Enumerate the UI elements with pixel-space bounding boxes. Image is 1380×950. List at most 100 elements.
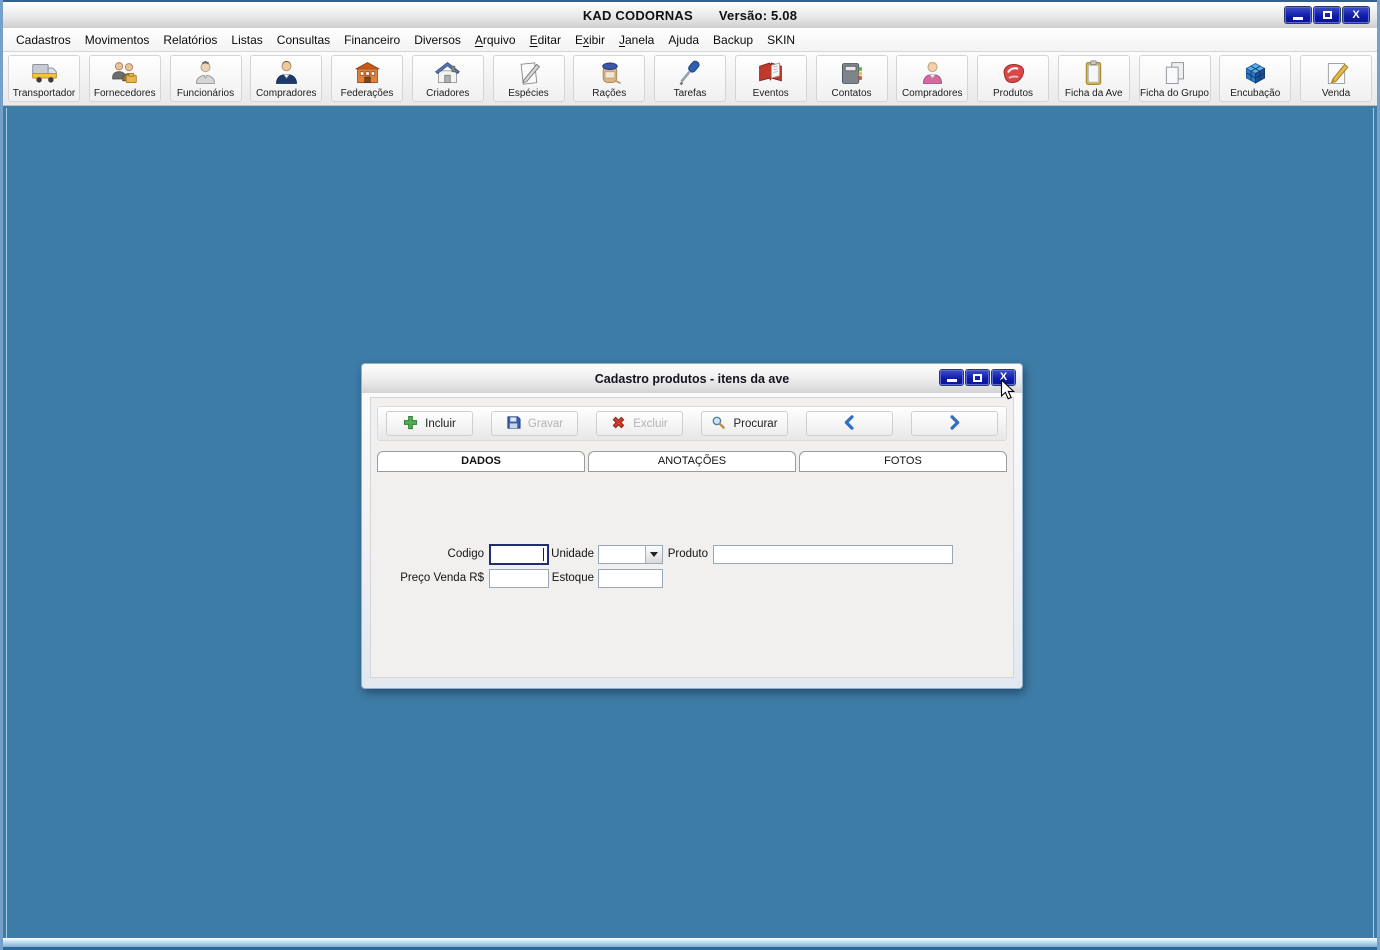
dialog-titlebar[interactable]: Cadastro produtos - itens da ave X	[362, 364, 1022, 393]
arrow-right-icon	[947, 415, 962, 433]
toolbar-label: Transportador	[13, 88, 75, 100]
procurar-button[interactable]: Procurar	[701, 411, 788, 436]
save-floppy-icon	[506, 415, 521, 433]
menu-diversos[interactable]: Diversos	[407, 30, 468, 50]
button-label: Procurar	[733, 418, 777, 430]
button-label: Excluir	[633, 418, 668, 430]
toolbar-label: Espécies	[508, 88, 549, 100]
toolbar-button-eventos[interactable]: Eventos	[735, 55, 807, 102]
buyer-suit-icon	[272, 58, 301, 88]
excluir-button[interactable]: Excluir	[596, 411, 683, 436]
mouse-cursor	[1000, 379, 1017, 402]
truck-icon	[30, 58, 59, 88]
estoque-input[interactable]	[598, 569, 663, 588]
menu-listas[interactable]: Listas	[224, 30, 269, 50]
toolbar-button-criadores[interactable]: Criadores	[412, 55, 484, 102]
buyer-pink-icon	[918, 58, 947, 88]
toolbar-button-ficha-do-grupo[interactable]: Ficha do Grupo	[1139, 55, 1211, 102]
button-label: Gravar	[528, 418, 563, 430]
tab-fotos[interactable]: FOTOS	[799, 451, 1007, 472]
toolbar-label: Contatos	[831, 88, 871, 100]
minimize-button[interactable]	[1285, 7, 1311, 23]
toolbar-button-encubacao[interactable]: Encubação	[1219, 55, 1291, 102]
house-icon	[433, 58, 462, 88]
window-titlebar[interactable]: KAD CODORNAS Versão: 5.08 X	[3, 0, 1377, 28]
toolbar-button-contatos[interactable]: Contatos	[816, 55, 888, 102]
previous-record-button[interactable]	[806, 411, 893, 436]
menu-arquivo[interactable]: Arquivo	[468, 30, 523, 50]
toolbar-label: Federações	[341, 88, 394, 100]
toolbar-button-tarefas[interactable]: Tarefas	[654, 55, 726, 102]
tab-strip: DADOSANOTAÇÕESFOTOS	[377, 451, 1007, 472]
arrow-left-icon	[842, 415, 857, 433]
red-book-icon	[756, 58, 785, 88]
menu-ajuda[interactable]: Ajuda	[661, 30, 706, 50]
toolbar-button-racoes[interactable]: Rações	[573, 55, 645, 102]
minimize-button[interactable]	[940, 370, 963, 385]
minimize-icon	[1293, 17, 1303, 20]
employee-icon	[191, 58, 220, 88]
close-button[interactable]: X	[1343, 7, 1369, 23]
produto-input[interactable]	[713, 545, 953, 564]
app-version: Versão: 5.08	[719, 8, 797, 23]
toolbar-button-federacoes[interactable]: Federações	[331, 55, 403, 102]
menu-editar[interactable]: Editar	[523, 30, 568, 50]
application-window: KAD CODORNAS Versão: 5.08 X CadastrosMovi…	[0, 0, 1380, 950]
toolbar-label: Compradores	[256, 88, 317, 100]
window-title: KAD CODORNAS Versão: 5.08	[583, 8, 797, 23]
tab-dados[interactable]: DADOS	[377, 451, 585, 472]
clipboard-icon	[1079, 58, 1108, 88]
sale-pencil-icon	[1322, 58, 1351, 88]
maximize-button[interactable]	[1314, 7, 1340, 23]
delete-x-icon	[611, 415, 626, 433]
window-bottom-frame	[3, 938, 1377, 950]
main-toolbar: Transportador Fornecedores Funcionários Com…	[3, 52, 1377, 106]
toolbar-button-transportador[interactable]: Transportador	[8, 55, 80, 102]
mdi-desktop: Cadastro produtos - itens da ave X Inclu…	[6, 108, 1374, 938]
toolbar-button-funcionarios[interactable]: Funcionários	[170, 55, 242, 102]
toolbar-label: Fornecedores	[94, 88, 156, 100]
meat-icon	[999, 58, 1028, 88]
toolbar-label: Venda	[1322, 88, 1350, 100]
add-plus-icon	[403, 415, 418, 433]
toolbar-button-compradores[interactable]: Compradores	[896, 55, 968, 102]
toolbar-button-compradores[interactable]: Compradores	[250, 55, 322, 102]
maximize-icon	[1323, 11, 1332, 19]
menu-financeiro[interactable]: Financeiro	[337, 30, 407, 50]
blue-cube-icon	[1241, 58, 1270, 88]
menu-skin[interactable]: SKIN	[760, 30, 802, 50]
menu-backup[interactable]: Backup	[706, 30, 760, 50]
menu-exibir[interactable]: Exibir	[568, 30, 612, 50]
address-book-icon	[837, 58, 866, 88]
maximize-button[interactable]	[966, 370, 989, 385]
paper-pencil-icon	[514, 58, 543, 88]
dialog-title: Cadastro produtos - itens da ave	[595, 372, 789, 386]
produto-label: Produto	[637, 548, 708, 560]
toolbar-label: Produtos	[993, 88, 1033, 100]
menu-consultas[interactable]: Consultas	[270, 30, 337, 50]
button-label: Incluir	[425, 418, 456, 430]
toolbar-button-produtos[interactable]: Produtos	[977, 55, 1049, 102]
toolbar-label: Ficha da Ave	[1065, 88, 1123, 100]
menu-movimentos[interactable]: Movimentos	[78, 30, 157, 50]
tab-anotacoes[interactable]: ANOTAÇÕES	[588, 451, 796, 472]
menu-bar: CadastrosMovimentosRelatóriosListasConsu…	[3, 28, 1377, 52]
estoque-label: Estoque	[527, 572, 594, 584]
menu-janela[interactable]: Janela	[612, 30, 661, 50]
next-record-button[interactable]	[911, 411, 998, 436]
toolbar-button-venda[interactable]: Venda	[1300, 55, 1372, 102]
toolbar-label: Eventos	[753, 88, 789, 100]
menu-relatorios[interactable]: Relatórios	[156, 30, 224, 50]
preco-venda-label: Preço Venda R$	[387, 572, 484, 584]
toolbar-label: Compradores	[902, 88, 963, 100]
toolbar-label: Ficha do Grupo	[1140, 88, 1209, 100]
window-controls: X	[1285, 7, 1369, 23]
menu-cadastros[interactable]: Cadastros	[9, 30, 78, 50]
incluir-button[interactable]: Incluir	[386, 411, 473, 436]
toolbar-button-fornecedores[interactable]: Fornecedores	[89, 55, 161, 102]
dialog-cadastro-produtos: Cadastro produtos - itens da ave X Inclu…	[361, 363, 1023, 689]
toolbar-button-ficha-da-ave[interactable]: Ficha da Ave	[1058, 55, 1130, 102]
gravar-button[interactable]: Gravar	[491, 411, 578, 436]
toolbar-button-especies[interactable]: Espécies	[493, 55, 565, 102]
app-title: KAD CODORNAS	[583, 8, 693, 23]
